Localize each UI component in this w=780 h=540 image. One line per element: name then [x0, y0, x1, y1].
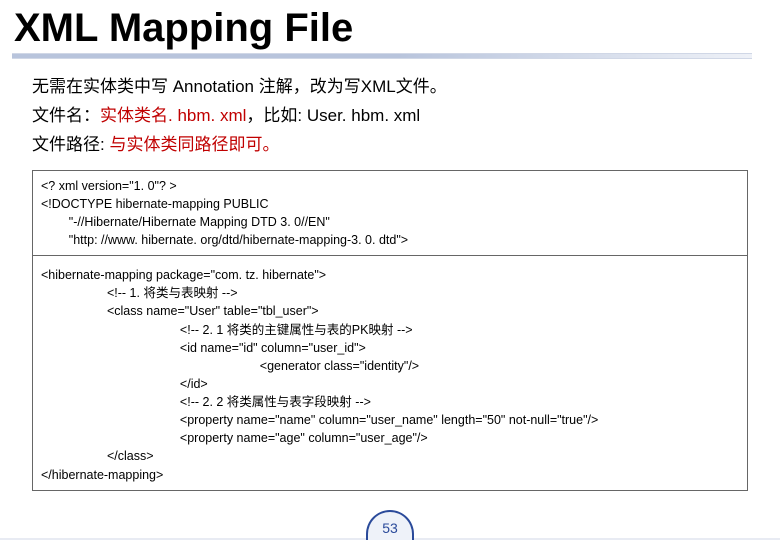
- code-box: <? xml version="1. 0"? > <!DOCTYPE hiber…: [32, 170, 748, 491]
- desc-line2-b: 实体类名. hbm. xml: [100, 106, 246, 125]
- code-line: <!-- 2. 1 将类的主键属性与表的PK映射 -->: [41, 321, 739, 339]
- desc-line3-a: 文件路径:: [32, 135, 109, 154]
- code-line: <generator class="identity"/>: [41, 357, 739, 375]
- page-title: XML Mapping File: [0, 0, 780, 53]
- code-segment-body: <hibernate-mapping package="com. tz. hib…: [33, 255, 747, 490]
- code-line: </hibernate-mapping>: [41, 466, 739, 484]
- code-line: <? xml version="1. 0"? >: [41, 177, 739, 195]
- code-line: <id name="id" column="user_id">: [41, 339, 739, 357]
- desc-line3-b: 与实体类同路径即可。: [109, 135, 279, 154]
- code-line: <!-- 2. 2 将类属性与表字段映射 -->: [41, 393, 739, 411]
- page-number: 53: [366, 510, 414, 540]
- code-line: "http: //www. hibernate. org/dtd/hiberna…: [41, 231, 739, 249]
- code-line: <property name="age" column="user_age"/>: [41, 429, 739, 447]
- code-line: <!-- 1. 将类与表映射 -->: [41, 284, 739, 302]
- code-line: <hibernate-mapping package="com. tz. hib…: [41, 266, 739, 284]
- code-line: "-//Hibernate/Hibernate Mapping DTD 3. 0…: [41, 213, 739, 231]
- desc-line2-c: ，比如: User. hbm. xml: [246, 106, 420, 125]
- code-line: </class>: [41, 447, 739, 465]
- title-underline: [12, 53, 752, 59]
- description-block: 无需在实体类中写 Annotation 注解，改为写XML文件。 文件名：实体类…: [0, 73, 780, 160]
- code-line: </id>: [41, 375, 739, 393]
- code-line: <class name="User" table="tbl_user">: [41, 302, 739, 320]
- code-line: <!DOCTYPE hibernate-mapping PUBLIC: [41, 195, 739, 213]
- desc-line1: 无需在实体类中写 Annotation 注解，改为写XML文件。: [32, 77, 447, 96]
- code-segment-header: <? xml version="1. 0"? > <!DOCTYPE hiber…: [33, 171, 747, 256]
- code-line: <property name="name" column="user_name"…: [41, 411, 739, 429]
- desc-line2-a: 文件名：: [32, 106, 100, 125]
